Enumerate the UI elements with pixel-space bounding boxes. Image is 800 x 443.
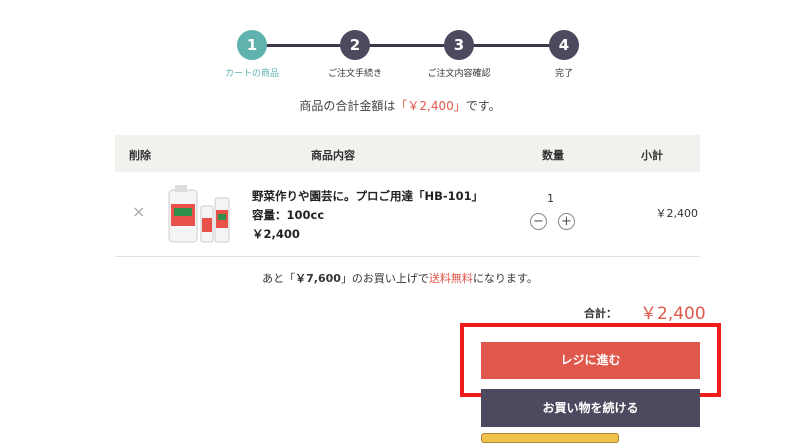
step-confirm: 3 ご注文内容確認 bbox=[404, 30, 514, 79]
header-delete: 削除 bbox=[129, 149, 151, 162]
cart-item-row: × 野菜作りや園芸に。プロご用達「HB-101」 容量：100cc ￥2,400… bbox=[115, 172, 700, 257]
continue-shopping-button[interactable]: お買い物を続ける bbox=[481, 389, 700, 427]
header-product: 商品内容 bbox=[311, 149, 355, 162]
summary-amount: 「￥2,400」 bbox=[395, 99, 466, 113]
product-capacity: 容量：100cc bbox=[252, 208, 325, 222]
step-order: 2 ご注文手続き bbox=[300, 30, 410, 79]
summary-suffix: です。 bbox=[465, 99, 501, 113]
step-label: カートの商品 bbox=[224, 69, 279, 79]
shipping-remaining: ￥7,600 bbox=[295, 272, 341, 285]
shipping-suffix: になります。 bbox=[472, 272, 538, 285]
product-price: ￥2,400 bbox=[252, 227, 300, 241]
step-cart: 1 カートの商品 bbox=[197, 30, 307, 79]
header-quantity: 数量 bbox=[542, 149, 564, 162]
step-number: 1 bbox=[237, 30, 267, 60]
row-subtotal: ￥2,400 bbox=[655, 207, 699, 220]
shipping-free: 送料無料 bbox=[428, 272, 473, 285]
product-name[interactable]: 野菜作りや園芸に。プロご用達「HB-101」 bbox=[252, 187, 483, 206]
step-label: 完了 bbox=[554, 69, 573, 79]
summary-text: 商品の合計金額は bbox=[299, 99, 396, 113]
product-info: 野菜作りや園芸に。プロご用達「HB-101」 容量：100cc ￥2,400 bbox=[252, 187, 483, 244]
cart-summary: 商品の合計金額は「￥2,400」です。 bbox=[0, 97, 800, 114]
product-image bbox=[168, 185, 230, 243]
quantity-minus-button[interactable]: − bbox=[530, 213, 547, 230]
step-number: 2 bbox=[340, 30, 370, 60]
shipping-mid: 」のお買い上げで bbox=[340, 272, 429, 285]
total-label: 合計： bbox=[584, 307, 617, 320]
quantity-plus-button[interactable]: + bbox=[558, 213, 575, 230]
step-label: ご注文内容確認 bbox=[427, 69, 491, 79]
cart-table-header: 削除 商品内容 数量 小計 bbox=[115, 135, 700, 172]
amazon-pay-button[interactable] bbox=[481, 433, 619, 443]
checkout-stepper: 1 カートの商品 2 ご注文手続き 3 ご注文内容確認 4 完了 bbox=[0, 30, 800, 80]
step-label: ご注文手続き bbox=[327, 69, 382, 79]
step-complete: 4 完了 bbox=[509, 30, 619, 79]
remove-icon[interactable]: × bbox=[132, 202, 145, 221]
step-number: 4 bbox=[549, 30, 579, 60]
header-subtotal: 小計 bbox=[641, 149, 663, 162]
step-number: 3 bbox=[444, 30, 474, 60]
total-value: ￥2,400 bbox=[640, 304, 706, 324]
shipping-prefix: あと「 bbox=[262, 272, 296, 285]
quantity-value: 1 bbox=[547, 192, 554, 205]
highlight-box bbox=[460, 323, 721, 397]
free-shipping-notice: あと「￥7,600」のお買い上げで送料無料になります。 bbox=[0, 270, 800, 286]
